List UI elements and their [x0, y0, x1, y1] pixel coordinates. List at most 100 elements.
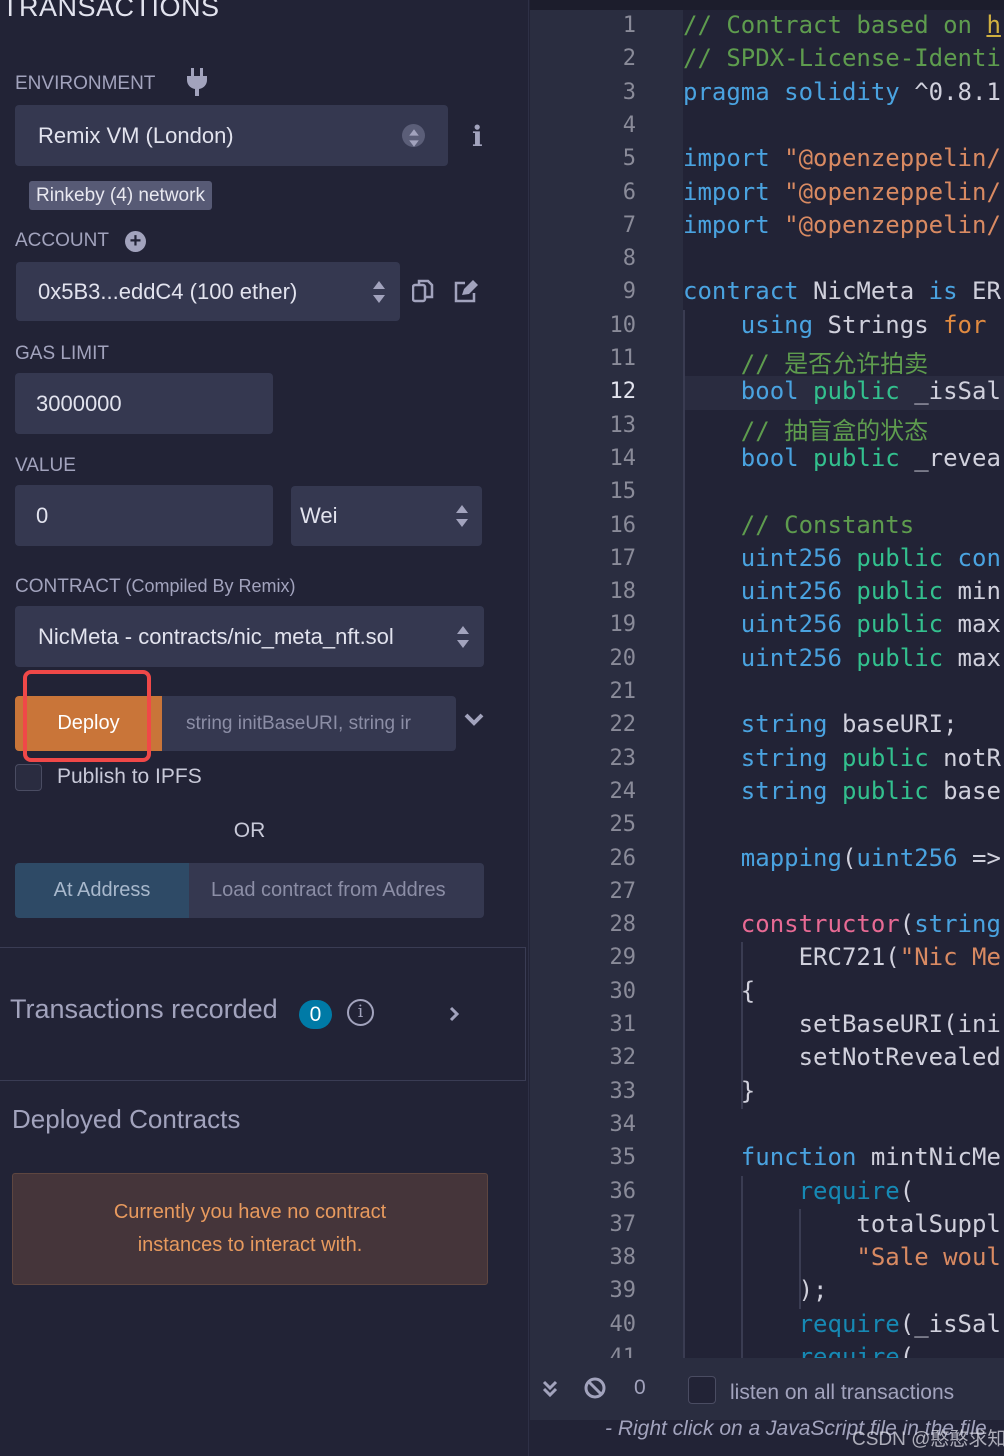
line-number: 35 [609, 1145, 637, 1171]
code-token: "Nic Me [899, 943, 1001, 972]
line-number: 20 [609, 645, 637, 671]
code-token: uint256 [740, 577, 857, 606]
code-token: mintNicMe [870, 1143, 1001, 1172]
code-line: bool public _revea [741, 444, 1001, 472]
code-token: _isSal [914, 377, 1001, 406]
code-line: contract NicMeta is ER [683, 277, 1001, 305]
code-line: import "@openzeppelin/ [683, 144, 1001, 172]
double-chevron-down-icon[interactable] [542, 1380, 558, 1398]
code-line: function mintNicMe [741, 1143, 1001, 1171]
code-token: uint256 [740, 610, 857, 639]
code-token: ER [972, 277, 1001, 306]
listen-all-checkbox[interactable] [688, 1376, 716, 1404]
code-line: setBaseURI(ini [799, 1010, 1001, 1038]
code-token: "@openzeppelin/ [784, 210, 1001, 239]
no-contracts-alert: Currently you have no contract instances… [12, 1173, 488, 1285]
line-number: 38 [609, 1245, 637, 1271]
contract-label-text: CONTRACT [15, 576, 121, 597]
info-icon[interactable]: i [472, 120, 483, 153]
code-line: uint256 public con [741, 544, 1001, 572]
code-token: public [813, 377, 915, 406]
code-token: (_isSal [899, 1309, 1001, 1338]
code-token: require [798, 1309, 900, 1338]
line-number: 32 [609, 1045, 637, 1071]
code-editor[interactable]: 1 // Contract based on h 2 // SPDX-License-… [530, 0, 1004, 1358]
line-number: 33 [609, 1078, 637, 1104]
account-value: 0x5B3...eddC4 (100 ether) [38, 278, 298, 304]
code-line: ERC721("Nic Me [799, 943, 1001, 971]
gas-limit-input[interactable]: 3000000 [15, 373, 273, 434]
line-number: 10 [609, 312, 637, 338]
chevron-right-icon[interactable] [449, 1006, 461, 1022]
line-number: 17 [609, 545, 637, 571]
code-line: using Strings for [741, 311, 987, 339]
clear-console-icon[interactable] [584, 1377, 606, 1399]
code-token: public [856, 643, 958, 672]
transactions-count-badge: 0 [299, 1000, 332, 1029]
line-number: 41 [609, 1345, 637, 1358]
publish-ipfs-checkbox[interactable] [15, 764, 42, 791]
at-address-button[interactable]: At Address [15, 863, 189, 918]
value-input[interactable]: 0 [15, 485, 273, 546]
code-token: string [740, 710, 842, 739]
line-number: 4 [622, 112, 636, 138]
terminal-output: - Right click on a JavaScript file in th… [530, 1420, 1004, 1456]
code-token: base [943, 776, 1001, 805]
line-number: 7 [622, 212, 636, 238]
copy-icon[interactable] [412, 279, 434, 303]
code-line: import "@openzeppelin/ [683, 178, 1001, 206]
indent-guide [683, 309, 685, 1358]
code-line: } [741, 1077, 755, 1105]
line-number: 8 [622, 246, 636, 272]
indent-guide [740, 1175, 743, 1358]
code-token: public [856, 610, 958, 639]
code-line: string baseURI; [741, 710, 958, 738]
value-unit-select[interactable]: Wei [291, 486, 482, 546]
gas-limit-label: GAS LIMIT [15, 343, 109, 364]
code-token: ( [899, 1343, 915, 1358]
code-token: ( [899, 1176, 915, 1205]
line-number: 40 [609, 1311, 637, 1337]
terminal-bar: 0 listen on all transactions [530, 1358, 1004, 1420]
add-account-icon[interactable]: + [125, 231, 146, 252]
select-arrows-icon [457, 626, 469, 648]
line-number: 3 [622, 79, 636, 105]
code-token: // Contract based on [683, 11, 987, 39]
constructor-params-input[interactable]: string initBaseURI, string ir [162, 696, 456, 751]
highlight-annotation [23, 670, 151, 762]
contract-select[interactable]: NicMeta - contracts/nic_meta_nft.sol [15, 606, 484, 667]
line-number: 15 [609, 479, 637, 505]
environment-select[interactable]: Remix VM (London) [15, 105, 448, 166]
load-address-input[interactable]: Load contract from Addres [189, 863, 484, 918]
line-number: 5 [622, 146, 636, 172]
select-arrows-icon [456, 505, 468, 527]
transactions-recorded-label: Transactions recorded [10, 994, 278, 1024]
code-token: public [856, 577, 958, 606]
account-select[interactable]: 0x5B3...eddC4 (100 ether) [16, 262, 400, 321]
code-token: { [740, 976, 756, 1005]
line-number: 21 [609, 679, 637, 704]
contract-label: CONTRACT (Compiled By Remix) [15, 576, 296, 598]
code-token: NicMeta [813, 277, 929, 306]
chevron-down-icon[interactable] [464, 713, 484, 727]
info-circle-icon[interactable]: i [347, 999, 374, 1026]
edit-icon[interactable] [453, 279, 479, 303]
code-token: max [957, 643, 1001, 672]
code-line: uint256 public max [741, 610, 1001, 638]
code-token: import [683, 144, 785, 173]
code-token: ( [841, 843, 857, 872]
line-number: 24 [609, 778, 637, 804]
transactions-recorded-panel[interactable]: Transactions recorded 0 i [0, 947, 526, 1081]
code-token: notR [943, 743, 1001, 772]
deploy-run-panel: TRANSACTIONS ENVIRONMENT Remix VM (Londo… [0, 0, 529, 1456]
code-token: // SPDX-License-Identi [683, 44, 1001, 73]
code-line: totalSuppl [856, 1210, 1001, 1238]
environment-value: Remix VM (London) [38, 122, 234, 148]
code-token: ERC721( [798, 943, 900, 972]
code-token: public [841, 776, 944, 805]
line-number: 25 [609, 812, 637, 838]
value-label: VALUE [15, 455, 76, 476]
or-divider: OR [233, 819, 266, 842]
code-line: // 是否允许拍卖 [741, 344, 928, 379]
line-number: 27 [609, 878, 637, 904]
